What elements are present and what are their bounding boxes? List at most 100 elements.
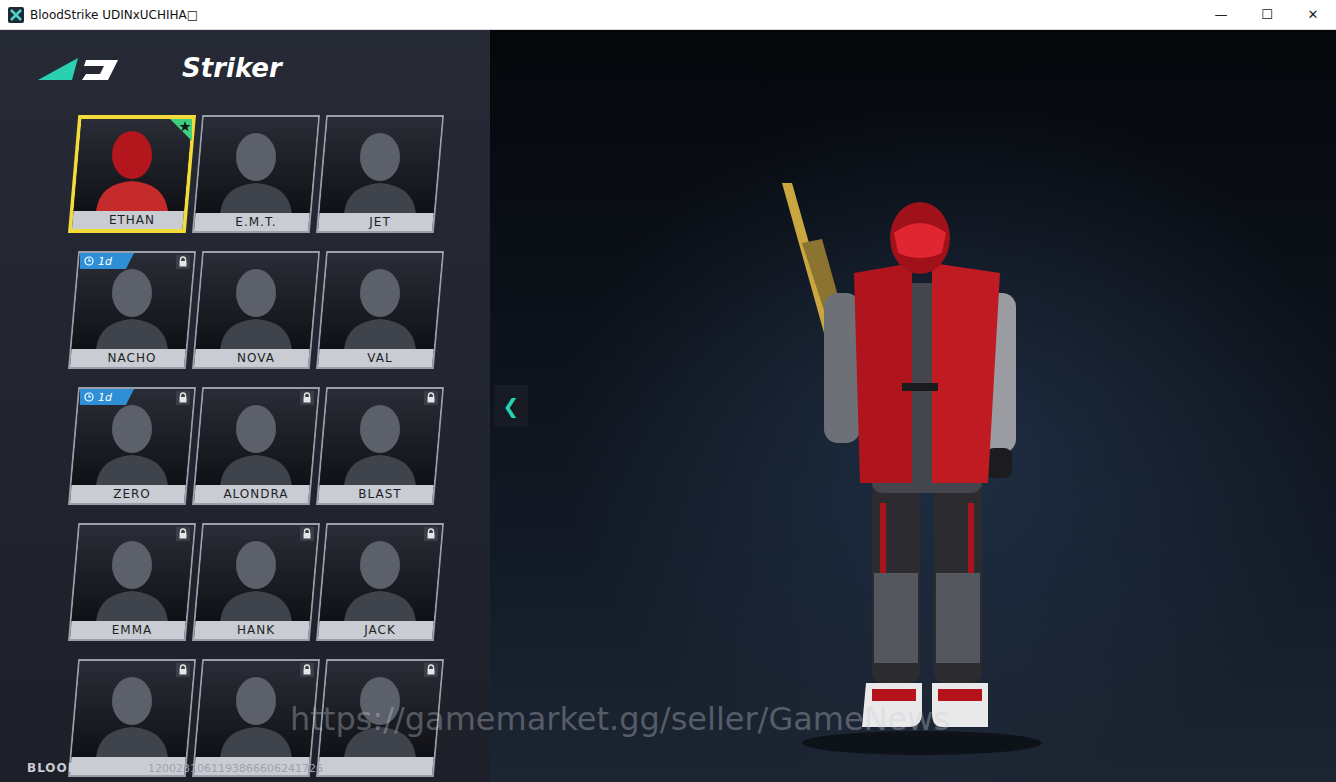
clock-icon	[84, 392, 94, 402]
lock-icon	[176, 391, 190, 405]
striker-card[interactable]: NOVA	[192, 251, 320, 369]
striker-card[interactable]: ZERO 1d	[68, 387, 196, 505]
app-window: BloodStrike UDINxUCHIHA□—☐✕StrikerETHANE…	[0, 0, 1336, 782]
striker-card[interactable]	[316, 659, 444, 777]
window-control-button[interactable]: —	[1198, 0, 1244, 29]
title-bar: BloodStrike UDINxUCHIHA□ —☐✕	[0, 0, 1336, 30]
lock-icon	[300, 527, 314, 541]
striker-name: JET	[318, 213, 442, 231]
striker-card[interactable]: E.M.T.	[192, 115, 320, 233]
striker-card[interactable]: VAL	[316, 251, 444, 369]
card-body: EMMA	[70, 525, 194, 639]
lock-icon	[176, 527, 190, 541]
watermark: https://gamemarket.gg/seller/GameNews	[290, 700, 950, 738]
card-body: JET	[318, 117, 442, 231]
striker-portrait	[194, 661, 318, 757]
striker-portrait	[194, 253, 318, 349]
portrait-silhouette-icon	[340, 667, 420, 757]
portrait-silhouette-icon	[340, 531, 420, 621]
game-screen: Striker ETHANE.M.T.JET NACHO 1d NOVAVAL ZERO 1…	[0, 30, 1336, 782]
striker-card[interactable]: EMMA	[68, 523, 196, 641]
character-stage[interactable]	[528, 30, 1336, 782]
card-body: E.M.T.	[194, 117, 318, 231]
window-controls: —☐✕	[1198, 0, 1336, 29]
card-body	[194, 661, 318, 775]
card-body: JACK	[318, 525, 442, 639]
window-control-button[interactable]: ☐	[1244, 0, 1290, 29]
striker-panel: Striker ETHANE.M.T.JET NACHO 1d NOVAVAL ZERO 1…	[0, 30, 490, 782]
striker-portrait	[318, 389, 442, 485]
striker-name: ZERO	[70, 485, 194, 503]
lock-icon	[424, 527, 438, 541]
window-control-button[interactable]: ✕	[1290, 0, 1336, 29]
striker-name: NOVA	[194, 349, 318, 367]
striker-name: BLAST	[318, 485, 442, 503]
striker-card[interactable]: ALONDRA	[192, 387, 320, 505]
collapse-button[interactable]: ❮	[494, 385, 528, 427]
striker-portrait	[194, 525, 318, 621]
striker-grid: ETHANE.M.T.JET NACHO 1d NOVAVAL ZERO 1d ALONDR…	[68, 115, 490, 777]
striker-portrait	[194, 117, 318, 213]
card-body: HANK	[194, 525, 318, 639]
striker-portrait	[72, 119, 192, 211]
time-badge: 1d	[80, 389, 134, 405]
time-badge-text: 1d	[98, 391, 112, 404]
striker-portrait	[70, 525, 194, 621]
player-id: 1200231061193866606241726	[148, 762, 323, 775]
striker-name: HANK	[194, 621, 318, 639]
striker-card[interactable]: BLAST	[316, 387, 444, 505]
panel-title: Striker	[182, 53, 282, 83]
portrait-silhouette-icon	[92, 121, 172, 211]
striker-name: E.M.T.	[194, 213, 318, 231]
striker-portrait	[70, 661, 194, 757]
striker-card[interactable]	[68, 659, 196, 777]
striker-portrait	[318, 525, 442, 621]
portrait-silhouette-icon	[340, 123, 420, 213]
striker-card[interactable]: JET	[316, 115, 444, 233]
lock-icon	[300, 663, 314, 677]
lock-icon	[176, 663, 190, 677]
card-body: ZERO	[70, 389, 194, 503]
striker-name: VAL	[318, 349, 442, 367]
portrait-silhouette-icon	[92, 259, 172, 349]
striker-name: ETHAN	[72, 211, 192, 229]
lock-icon	[424, 391, 438, 405]
striker-portrait	[318, 661, 442, 757]
striker-name: NACHO	[70, 349, 194, 367]
striker-card[interactable]: NACHO 1d	[68, 251, 196, 369]
character-preview: ❮	[490, 30, 1336, 782]
time-badge: 1d	[80, 253, 134, 269]
player-id-footer: BLOOD STRIKE1200231061193866606241726	[27, 761, 323, 775]
striker-name: EMMA	[70, 621, 194, 639]
striker-card[interactable]: JACK	[316, 523, 444, 641]
striker-name: JACK	[318, 621, 442, 639]
game-logo-icon	[38, 54, 122, 82]
lock-icon	[176, 255, 190, 269]
card-body	[70, 661, 194, 775]
striker-portrait	[318, 117, 442, 213]
clock-icon	[84, 256, 94, 266]
portrait-silhouette-icon	[216, 667, 296, 757]
portrait-silhouette-icon	[216, 531, 296, 621]
card-body: NOVA	[194, 253, 318, 367]
striker-card[interactable]: ETHAN	[68, 115, 196, 233]
portrait-silhouette-icon	[340, 395, 420, 485]
character-model-icon	[762, 183, 1062, 758]
striker-portrait	[318, 253, 442, 349]
lock-icon	[300, 391, 314, 405]
favorite-star-icon	[170, 119, 192, 141]
portrait-silhouette-icon	[216, 259, 296, 349]
portrait-silhouette-icon	[216, 123, 296, 213]
portrait-silhouette-icon	[92, 531, 172, 621]
striker-name	[318, 757, 442, 775]
card-body: BLAST	[318, 389, 442, 503]
lock-icon	[424, 663, 438, 677]
portrait-silhouette-icon	[92, 395, 172, 485]
window-title: BloodStrike UDINxUCHIHA□	[30, 8, 198, 22]
panel-header: Striker	[0, 30, 490, 86]
portrait-silhouette-icon	[92, 667, 172, 757]
card-body: ETHAN	[72, 119, 192, 229]
striker-card[interactable]: HANK	[192, 523, 320, 641]
card-body: NACHO	[70, 253, 194, 367]
striker-card[interactable]	[192, 659, 320, 777]
